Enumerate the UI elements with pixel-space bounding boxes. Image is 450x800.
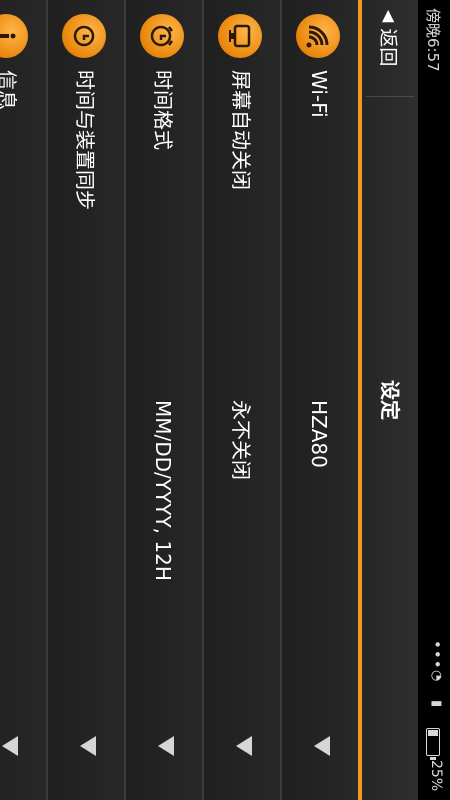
sync-icon [62, 14, 106, 58]
settings-row-screen-timeout[interactable]: 屏幕自动关闭 永不关闭 [202, 0, 280, 800]
settings-list: Wi-Fi HZA80 屏幕自动关闭 永不关闭 时间格式 MM/DD/YYYY,… [0, 0, 358, 800]
chevron-down-icon [236, 736, 252, 756]
chevron-down-icon [80, 736, 96, 756]
settings-label: 屏幕自动关闭 [229, 70, 253, 190]
settings-value: MM/DD/YYYY, 12H [151, 400, 175, 581]
page-title: 设定 [378, 380, 402, 420]
status-time: 傍晚6:57 [424, 8, 442, 72]
battery-fill [428, 730, 438, 736]
chevron-down-icon [158, 736, 174, 756]
settings-row-time-sync[interactable]: 时间与装置同步 [46, 0, 124, 800]
chevron-down-icon [314, 736, 330, 756]
settings-row-time-format[interactable]: 时间格式 MM/DD/YYYY, 12H [124, 0, 202, 800]
chevron-down-icon [2, 736, 18, 756]
battery-icon [426, 728, 440, 756]
settings-value: 永不关闭 [229, 400, 253, 480]
wifi-icon [296, 14, 340, 58]
screen-icon [218, 14, 262, 58]
title-bar: ◀ 返回 设定 [358, 0, 418, 800]
settings-label: 时间格式 [151, 70, 175, 150]
signal-icon: ▮ [429, 700, 444, 708]
more-dots: ••• [428, 640, 446, 670]
info-icon [0, 14, 28, 58]
settings-label: 信息 [0, 70, 19, 110]
settings-row-wifi[interactable]: Wi-Fi HZA80 [280, 0, 358, 800]
clock-icon [140, 14, 184, 58]
settings-label: Wi-Fi [307, 70, 331, 118]
battery-percent: 25% [428, 760, 444, 792]
settings-row-info[interactable]: 信息 [0, 0, 46, 800]
status-bar: 傍晚6:57 ••• ◔ ▮ 25% [418, 0, 450, 800]
wifi-status-icon: ◔ [429, 670, 444, 682]
screen: 傍晚6:57 ••• ◔ ▮ 25% ◀ 返回 设定 Wi-Fi HZA80 屏… [0, 0, 450, 800]
rotated-content: 傍晚6:57 ••• ◔ ▮ 25% ◀ 返回 设定 Wi-Fi HZA80 屏… [0, 0, 450, 800]
settings-label: 时间与装置同步 [73, 70, 97, 210]
settings-value: HZA80 [307, 400, 331, 468]
